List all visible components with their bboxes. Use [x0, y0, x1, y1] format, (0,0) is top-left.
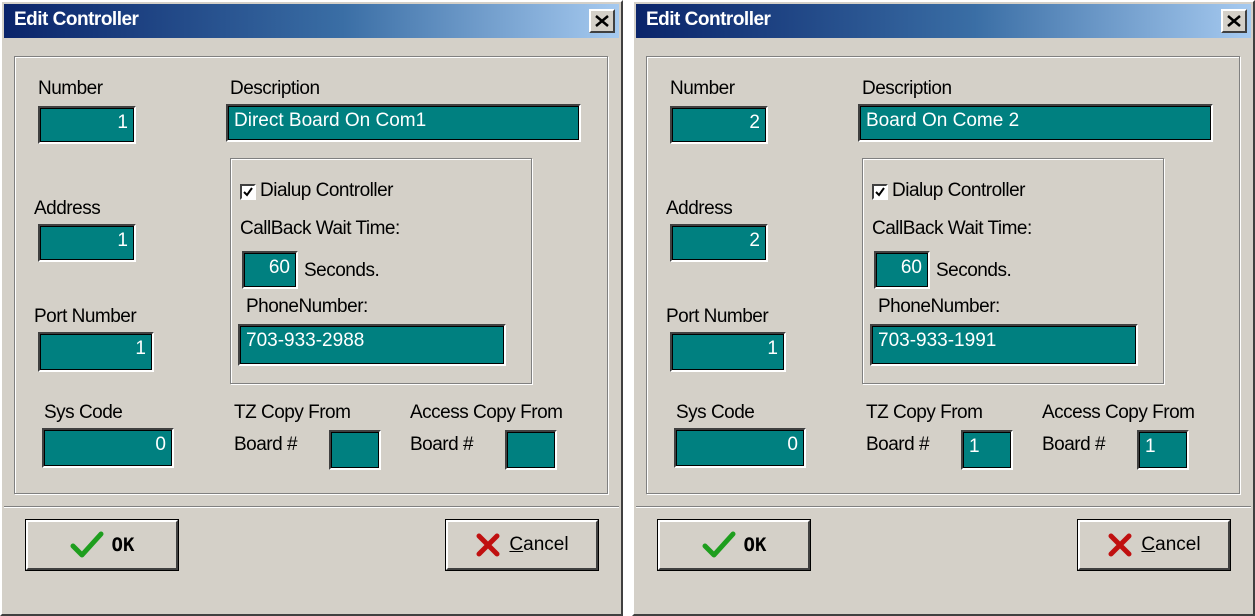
- sys-code-field[interactable]: 0: [42, 428, 174, 468]
- ok-label: OK: [743, 534, 767, 556]
- description-label: Description: [230, 78, 320, 99]
- dialup-checkbox[interactable]: [872, 184, 888, 200]
- checkmark-icon: [875, 187, 885, 197]
- divider: [636, 506, 1251, 508]
- close-button[interactable]: [1221, 9, 1247, 33]
- access-board-field[interactable]: [505, 430, 557, 470]
- number-field[interactable]: 1: [38, 106, 136, 144]
- description-field[interactable]: Direct Board On Com1: [226, 104, 581, 142]
- ok-button[interactable]: OK: [657, 519, 811, 571]
- access-copy-from-label: Access Copy From: [1042, 402, 1195, 423]
- x-icon: [476, 533, 500, 557]
- ok-button[interactable]: OK: [25, 519, 179, 571]
- number-label: Number: [670, 78, 735, 99]
- close-icon: [1227, 15, 1241, 27]
- number-field[interactable]: 2: [670, 106, 768, 144]
- number-label: Number: [38, 78, 103, 99]
- cancel-button[interactable]: Cancel: [1077, 519, 1231, 571]
- callback-wait-label: CallBack Wait Time:: [240, 218, 400, 239]
- port-number-label: Port Number: [34, 306, 137, 327]
- tz-board-field[interactable]: [329, 430, 381, 470]
- tz-board-label: Board #: [866, 434, 930, 455]
- close-button[interactable]: [589, 9, 615, 33]
- divider: [4, 506, 619, 508]
- dialup-checkbox[interactable]: [240, 184, 256, 200]
- description-field[interactable]: Board On Come 2: [858, 104, 1213, 142]
- checkmark-icon: [70, 531, 104, 558]
- sys-code-label: Sys Code: [44, 402, 123, 423]
- access-copy-from-label: Access Copy From: [410, 402, 563, 423]
- callback-wait-label: CallBack Wait Time:: [872, 218, 1032, 239]
- address-label: Address: [666, 198, 733, 219]
- sys-code-label: Sys Code: [676, 402, 755, 423]
- phone-number-label: PhoneNumber:: [246, 296, 368, 317]
- cancel-button[interactable]: Cancel: [445, 519, 599, 571]
- dialup-label: Dialup Controller: [260, 180, 394, 201]
- dialog-title: Edit Controller: [646, 9, 771, 30]
- cancel-label: Cancel: [1141, 534, 1201, 555]
- phone-number-label: PhoneNumber:: [878, 296, 1000, 317]
- title-bar[interactable]: Edit Controller: [636, 4, 1251, 38]
- port-number-label: Port Number: [666, 306, 769, 327]
- callback-wait-field[interactable]: 60: [874, 251, 930, 289]
- edit-controller-dialog-1: Edit Controller Number 1 Description Dir…: [0, 0, 623, 616]
- port-number-field[interactable]: 1: [670, 332, 786, 372]
- tz-board-label: Board #: [234, 434, 298, 455]
- sys-code-field[interactable]: 0: [674, 428, 806, 468]
- access-board-label: Board #: [410, 434, 474, 455]
- title-bar[interactable]: Edit Controller: [4, 4, 619, 38]
- address-field[interactable]: 2: [670, 224, 768, 262]
- phone-number-field[interactable]: 703-933-1991: [870, 324, 1138, 366]
- description-label: Description: [862, 78, 952, 99]
- access-board-field[interactable]: 1: [1137, 430, 1189, 470]
- dialup-label: Dialup Controller: [892, 180, 1026, 201]
- tz-copy-from-label: TZ Copy From: [866, 402, 983, 423]
- access-board-label: Board #: [1042, 434, 1106, 455]
- seconds-label: Seconds.: [304, 260, 380, 281]
- seconds-label: Seconds.: [936, 260, 1012, 281]
- callback-wait-field[interactable]: 60: [242, 251, 298, 289]
- close-icon: [595, 15, 609, 27]
- x-icon: [1108, 533, 1132, 557]
- cancel-label: Cancel: [509, 534, 569, 555]
- phone-number-field[interactable]: 703-933-2988: [238, 324, 506, 366]
- address-field[interactable]: 1: [38, 224, 136, 262]
- port-number-field[interactable]: 1: [38, 332, 154, 372]
- ok-label: OK: [111, 534, 135, 556]
- tz-copy-from-label: TZ Copy From: [234, 402, 351, 423]
- dialog-title: Edit Controller: [14, 9, 139, 30]
- edit-controller-dialog-2: Edit Controller Number 2 Description Boa…: [632, 0, 1255, 616]
- checkmark-icon: [702, 531, 736, 558]
- checkmark-icon: [243, 187, 253, 197]
- address-label: Address: [34, 198, 101, 219]
- tz-board-field[interactable]: 1: [961, 430, 1013, 470]
